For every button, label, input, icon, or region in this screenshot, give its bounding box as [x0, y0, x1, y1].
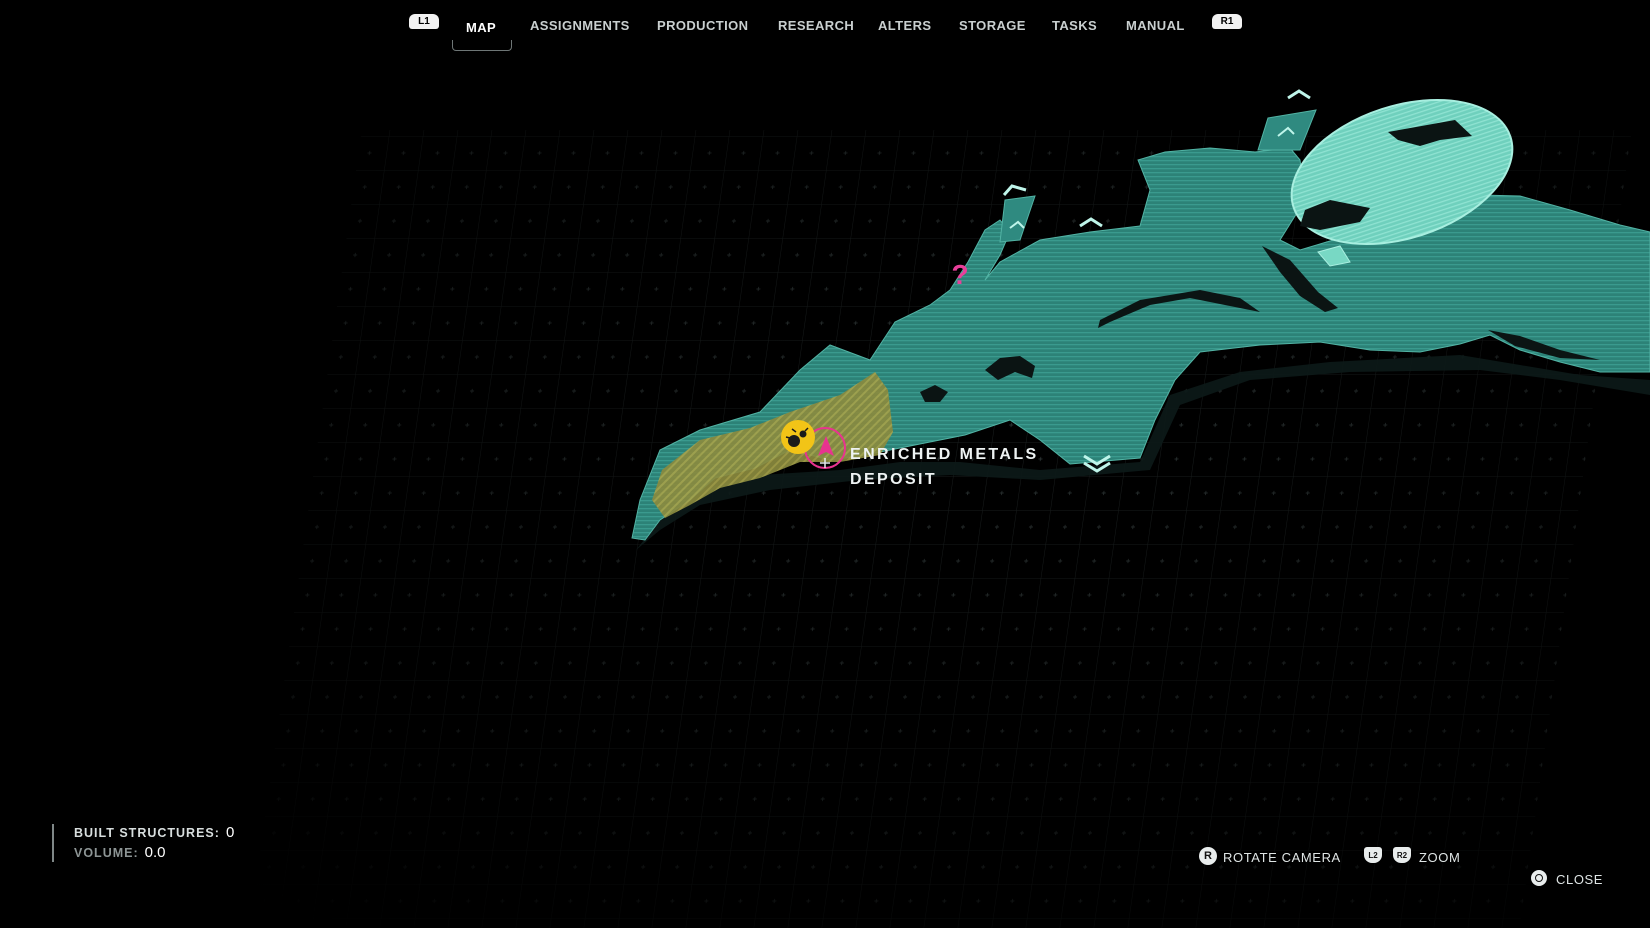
top-navigation: L1 MAP ASSIGNMENTS PRODUCTION RESEARCH A…: [0, 12, 1650, 52]
tab-assignments[interactable]: ASSIGNMENTS: [530, 18, 630, 33]
tab-tasks[interactable]: TASKS: [1052, 18, 1097, 33]
map-view[interactable]: ?: [0, 0, 1650, 928]
tab-research[interactable]: RESEARCH: [778, 18, 854, 33]
volume-row: VOLUME: 0.0: [74, 844, 166, 862]
rotate-camera-hint[interactable]: ROTATE CAMERA: [1223, 850, 1341, 865]
r1-button-icon[interactable]: R1: [1212, 14, 1242, 29]
volume-label: VOLUME:: [74, 846, 139, 860]
built-structures-value: 0: [225, 824, 235, 841]
r2-button-icon[interactable]: R2: [1393, 847, 1411, 863]
tab-map[interactable]: MAP: [466, 20, 496, 35]
deposit-label-line1: ENRICHED METALS: [850, 446, 1039, 463]
tab-alters[interactable]: ALTERS: [878, 18, 931, 33]
built-structures-label: BUILT STRUCTURES:: [74, 826, 220, 840]
circle-button-icon[interactable]: [1531, 870, 1547, 886]
stats-divider: [52, 824, 54, 862]
tab-manual[interactable]: MANUAL: [1126, 18, 1185, 33]
resource-deposit-icon[interactable]: [781, 420, 815, 454]
built-structures-row: BUILT STRUCTURES: 0: [74, 824, 234, 842]
svg-text:?: ?: [951, 259, 968, 290]
unknown-location-icon[interactable]: ?: [951, 259, 968, 290]
close-hint[interactable]: CLOSE: [1556, 872, 1603, 887]
tab-production[interactable]: PRODUCTION: [657, 18, 748, 33]
zoom-hint[interactable]: ZOOM: [1419, 850, 1460, 865]
l1-button-icon[interactable]: L1: [409, 14, 439, 29]
l2-button-icon[interactable]: L2: [1364, 847, 1382, 863]
volume-value: 0.0: [144, 844, 166, 861]
deposit-label-line2: DEPOSIT: [850, 471, 938, 488]
tab-storage[interactable]: STORAGE: [959, 18, 1026, 33]
deposit-label: ENRICHED METALS DEPOSIT: [850, 442, 1039, 492]
active-tab-indicator: [452, 40, 512, 51]
right-stick-icon[interactable]: R: [1199, 847, 1217, 865]
